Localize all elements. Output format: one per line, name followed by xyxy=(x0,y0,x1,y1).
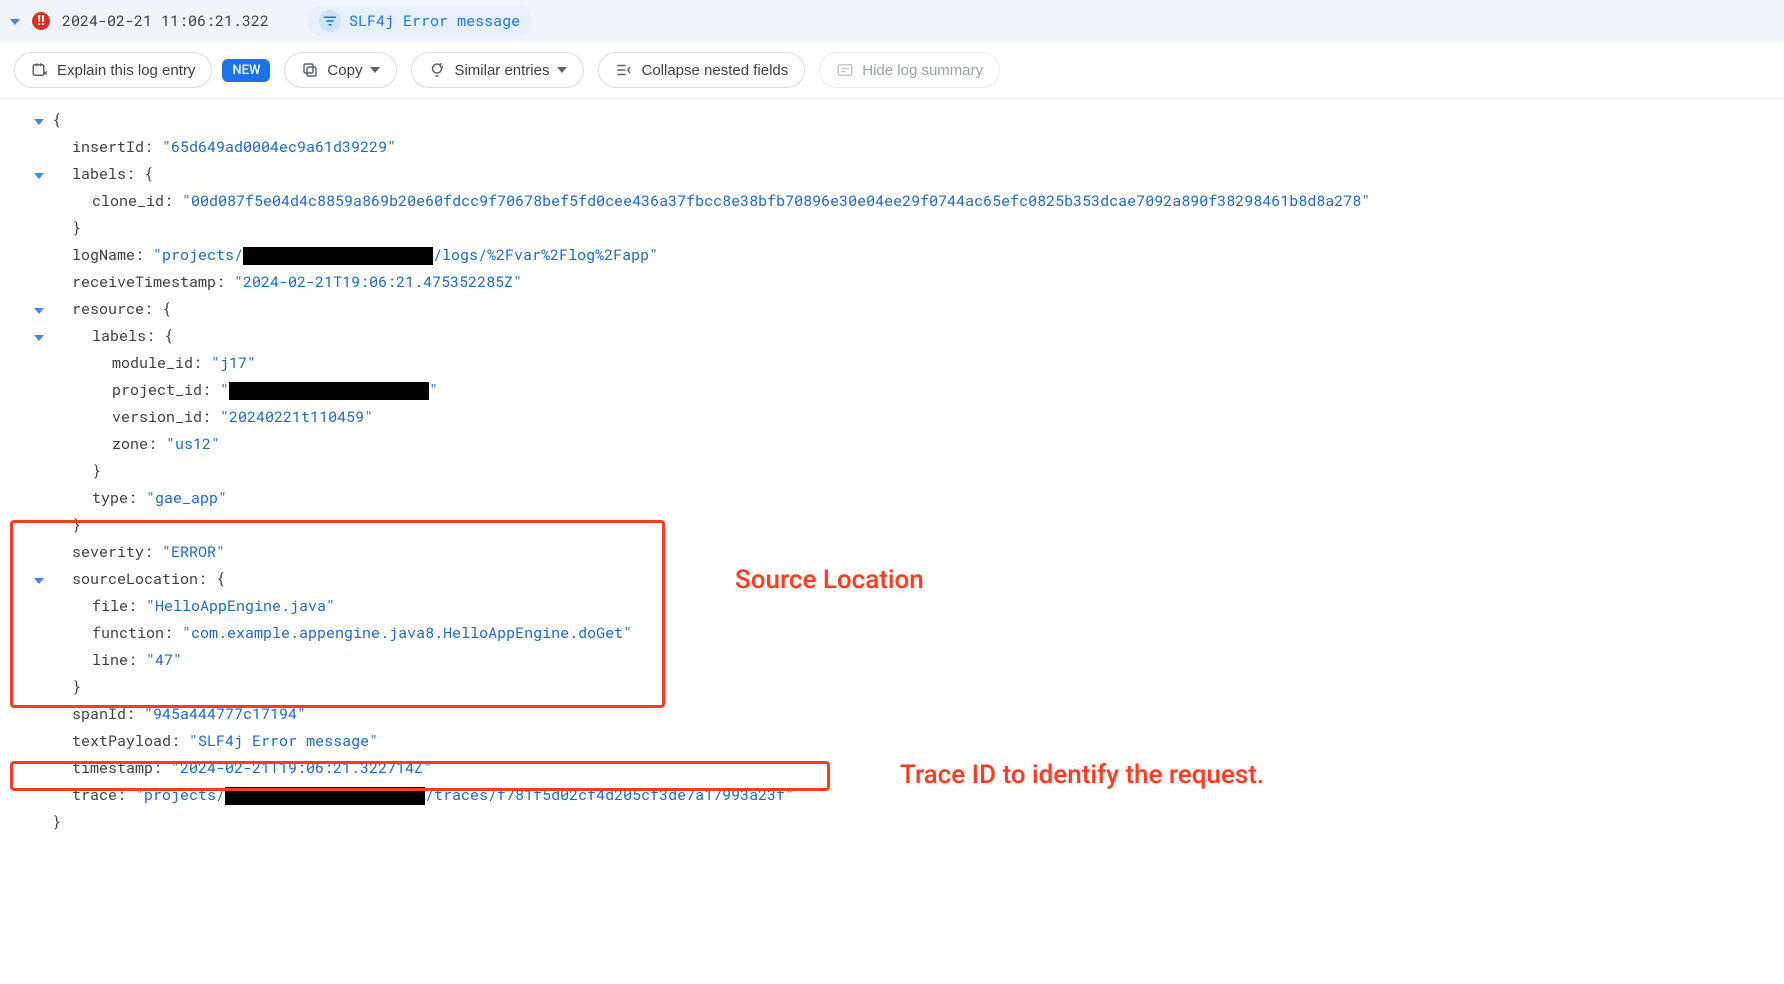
brace-close: } xyxy=(72,218,81,238)
collapse-icon xyxy=(615,61,633,79)
val-version-id[interactable]: "20240221t110459" xyxy=(220,407,373,427)
val-trace[interactable]: "projects//traces/f781f5d02cf4d205cf3de7… xyxy=(135,785,794,805)
val-severity[interactable]: "ERROR" xyxy=(162,542,225,562)
redacted-project xyxy=(243,247,433,265)
val-logName[interactable]: "projects//logs/%2Fvar%2Flog%2Fapp" xyxy=(153,245,658,265)
hide-icon xyxy=(836,61,854,79)
annotation-trace: Trace ID to identify the request. xyxy=(900,760,1264,790)
val-project-id[interactable]: "" xyxy=(220,380,438,400)
expand-toggle-labels[interactable] xyxy=(34,161,44,188)
val-module-id[interactable]: "j17" xyxy=(211,353,256,373)
collapse-label: Collapse nested fields xyxy=(641,62,788,79)
collapse-caret[interactable] xyxy=(10,13,20,29)
explain-button[interactable]: Explain this log entry xyxy=(14,52,212,88)
key-file: file: xyxy=(92,596,137,616)
chevron-down-icon xyxy=(370,67,380,73)
lightbulb-icon xyxy=(428,61,446,79)
brace-close: } xyxy=(52,812,61,832)
log-timestamp: 2024-02-21 11:06:21.322 xyxy=(62,11,269,31)
key-textPayload: textPayload: xyxy=(72,731,180,751)
brace-close: } xyxy=(92,461,101,481)
hide-summary-button[interactable]: Hide log summary xyxy=(819,52,1000,88)
redacted-trace-project xyxy=(225,787,425,805)
key-type: type: xyxy=(92,488,137,508)
key-resource: resource: { xyxy=(72,299,171,319)
chevron-down-icon xyxy=(10,19,20,25)
val-function[interactable]: "com.example.appengine.java8.HelloAppEng… xyxy=(182,623,632,643)
explain-icon xyxy=(31,61,49,79)
val-clone-id[interactable]: "00d087f5e04d4c8859a869b20e60fdcc9f70678… xyxy=(182,191,1370,211)
val-textPayload[interactable]: "SLF4j Error message" xyxy=(189,731,378,751)
chevron-down-icon xyxy=(557,67,567,73)
val-timestamp[interactable]: "2024-02-21T19:06:21.322714Z" xyxy=(171,758,432,778)
copy-label: Copy xyxy=(327,62,362,79)
val-file[interactable]: "HelloAppEngine.java" xyxy=(146,596,335,616)
key-trace: trace: xyxy=(72,785,126,805)
key-receiveTimestamp: receiveTimestamp: xyxy=(72,272,225,292)
log-json-body: { insertId: "65d649ad0004ec9a61d39229" l… xyxy=(0,99,1784,856)
similar-label: Similar entries xyxy=(454,62,549,79)
expand-toggle-sourceLocation[interactable] xyxy=(34,566,44,593)
expand-toggle-resource-labels[interactable] xyxy=(34,323,44,350)
copy-icon xyxy=(301,61,319,79)
log-entry-header: !! 2024-02-21 11:06:21.322 SLF4j Error m… xyxy=(0,0,1784,42)
val-receiveTimestamp[interactable]: "2024-02-21T19:06:21.475352285Z" xyxy=(234,272,522,292)
summary-chip[interactable]: SLF4j Error message xyxy=(307,6,532,36)
key-insertId: insertId: xyxy=(72,137,153,157)
key-module-id: module_id: xyxy=(112,353,202,373)
key-spanId: spanId: xyxy=(72,704,135,724)
copy-button[interactable]: Copy xyxy=(284,52,397,88)
expand-toggle-resource[interactable] xyxy=(34,296,44,323)
key-timestamp: timestamp: xyxy=(72,758,162,778)
key-severity: severity: xyxy=(72,542,153,562)
explain-label: Explain this log entry xyxy=(57,62,195,79)
redacted-project-id xyxy=(229,382,429,400)
key-sourceLocation: sourceLocation: { xyxy=(72,569,225,589)
key-line: line: xyxy=(92,650,137,670)
key-version-id: version_id: xyxy=(112,407,211,427)
expand-toggle-root[interactable] xyxy=(34,107,44,134)
new-badge: NEW xyxy=(222,59,270,82)
severity-error-icon: !! xyxy=(30,10,52,32)
key-logName: logName: xyxy=(72,245,144,265)
key-labels: labels: { xyxy=(72,164,153,184)
annotation-source-location: Source Location xyxy=(735,565,924,595)
hide-summary-label: Hide log summary xyxy=(862,62,983,79)
key-function: function: xyxy=(92,623,173,643)
val-insertId[interactable]: "65d649ad0004ec9a61d39229" xyxy=(162,137,396,157)
log-toolbar: Explain this log entry NEW Copy Similar … xyxy=(0,42,1784,99)
val-spanId[interactable]: "945a444777c17194" xyxy=(144,704,306,724)
val-zone[interactable]: "us12" xyxy=(166,434,220,454)
brace-open: { xyxy=(52,110,61,130)
summary-chip-label: SLF4j Error message xyxy=(349,11,520,31)
key-zone: zone: xyxy=(112,434,157,454)
key-project-id: project_id: xyxy=(112,380,211,400)
similar-entries-button[interactable]: Similar entries xyxy=(411,52,584,88)
brace-close: } xyxy=(72,677,81,697)
key-resource-labels: labels: { xyxy=(92,326,173,346)
filter-icon xyxy=(319,10,341,32)
val-type[interactable]: "gae_app" xyxy=(146,488,227,508)
key-clone-id: clone_id: xyxy=(92,191,173,211)
collapse-nested-button[interactable]: Collapse nested fields xyxy=(598,52,805,88)
val-line[interactable]: "47" xyxy=(146,650,182,670)
brace-close: } xyxy=(72,515,81,535)
